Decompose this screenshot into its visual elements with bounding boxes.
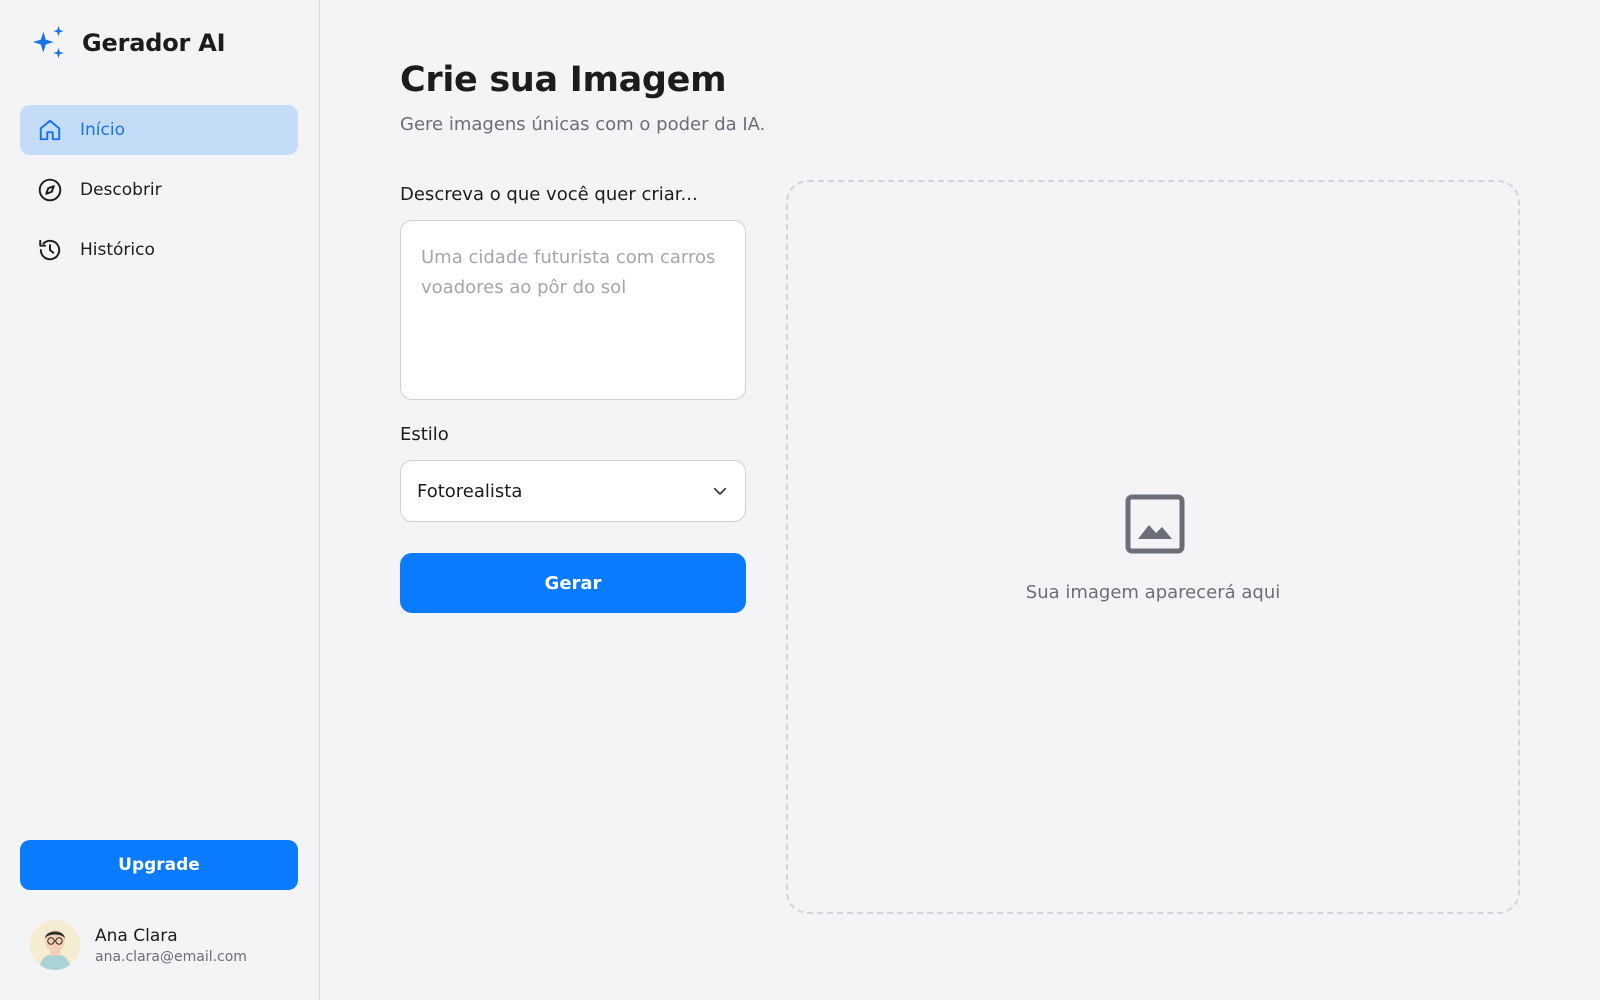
sidebar-item-inicio[interactable]: Início	[20, 105, 298, 155]
home-icon	[36, 116, 64, 144]
main-content: Crie sua Imagem Gere imagens únicas com …	[320, 0, 1600, 1000]
sidebar-item-historico[interactable]: Histórico	[20, 225, 298, 275]
sidebar-item-label: Descobrir	[80, 180, 162, 200]
brand: Gerador AI	[30, 24, 226, 62]
style-select[interactable]: Fotorealista	[400, 460, 746, 522]
history-icon	[36, 236, 64, 264]
preview-placeholder-text: Sua imagem aparecerá aqui	[1025, 582, 1281, 603]
sidebar-item-label: Início	[80, 120, 125, 140]
avatar	[30, 920, 80, 970]
compass-icon	[36, 176, 64, 204]
user-profile[interactable]: Ana Clara ana.clara@email.com	[30, 920, 247, 970]
brand-name: Gerador AI	[82, 29, 226, 57]
sidebar-item-label: Histórico	[80, 240, 155, 260]
generate-button[interactable]: Gerar	[400, 553, 746, 613]
sidebar-item-descobrir[interactable]: Descobrir	[20, 165, 298, 215]
page-subtitle: Gere imagens únicas com o poder da IA.	[400, 114, 766, 135]
image-preview-area: Sua imagem aparecerá aqui	[786, 180, 1520, 914]
style-label: Estilo	[400, 424, 449, 445]
sidebar-nav: Início Descobrir Histórico	[20, 105, 298, 285]
user-info: Ana Clara ana.clara@email.com	[95, 926, 247, 965]
upgrade-button[interactable]: Upgrade	[20, 840, 298, 890]
chevron-down-icon	[713, 487, 727, 495]
sidebar: Gerador AI Início Descobrir Histórico Up…	[0, 0, 320, 1000]
style-selected-value: Fotorealista	[417, 480, 523, 502]
prompt-label: Descreva o que você quer criar...	[400, 184, 698, 205]
image-icon	[1125, 494, 1185, 554]
page-title: Crie sua Imagem	[400, 60, 727, 100]
user-email: ana.clara@email.com	[95, 948, 247, 965]
sparkles-icon	[32, 25, 64, 59]
prompt-input[interactable]	[400, 220, 746, 400]
user-name: Ana Clara	[95, 925, 178, 946]
